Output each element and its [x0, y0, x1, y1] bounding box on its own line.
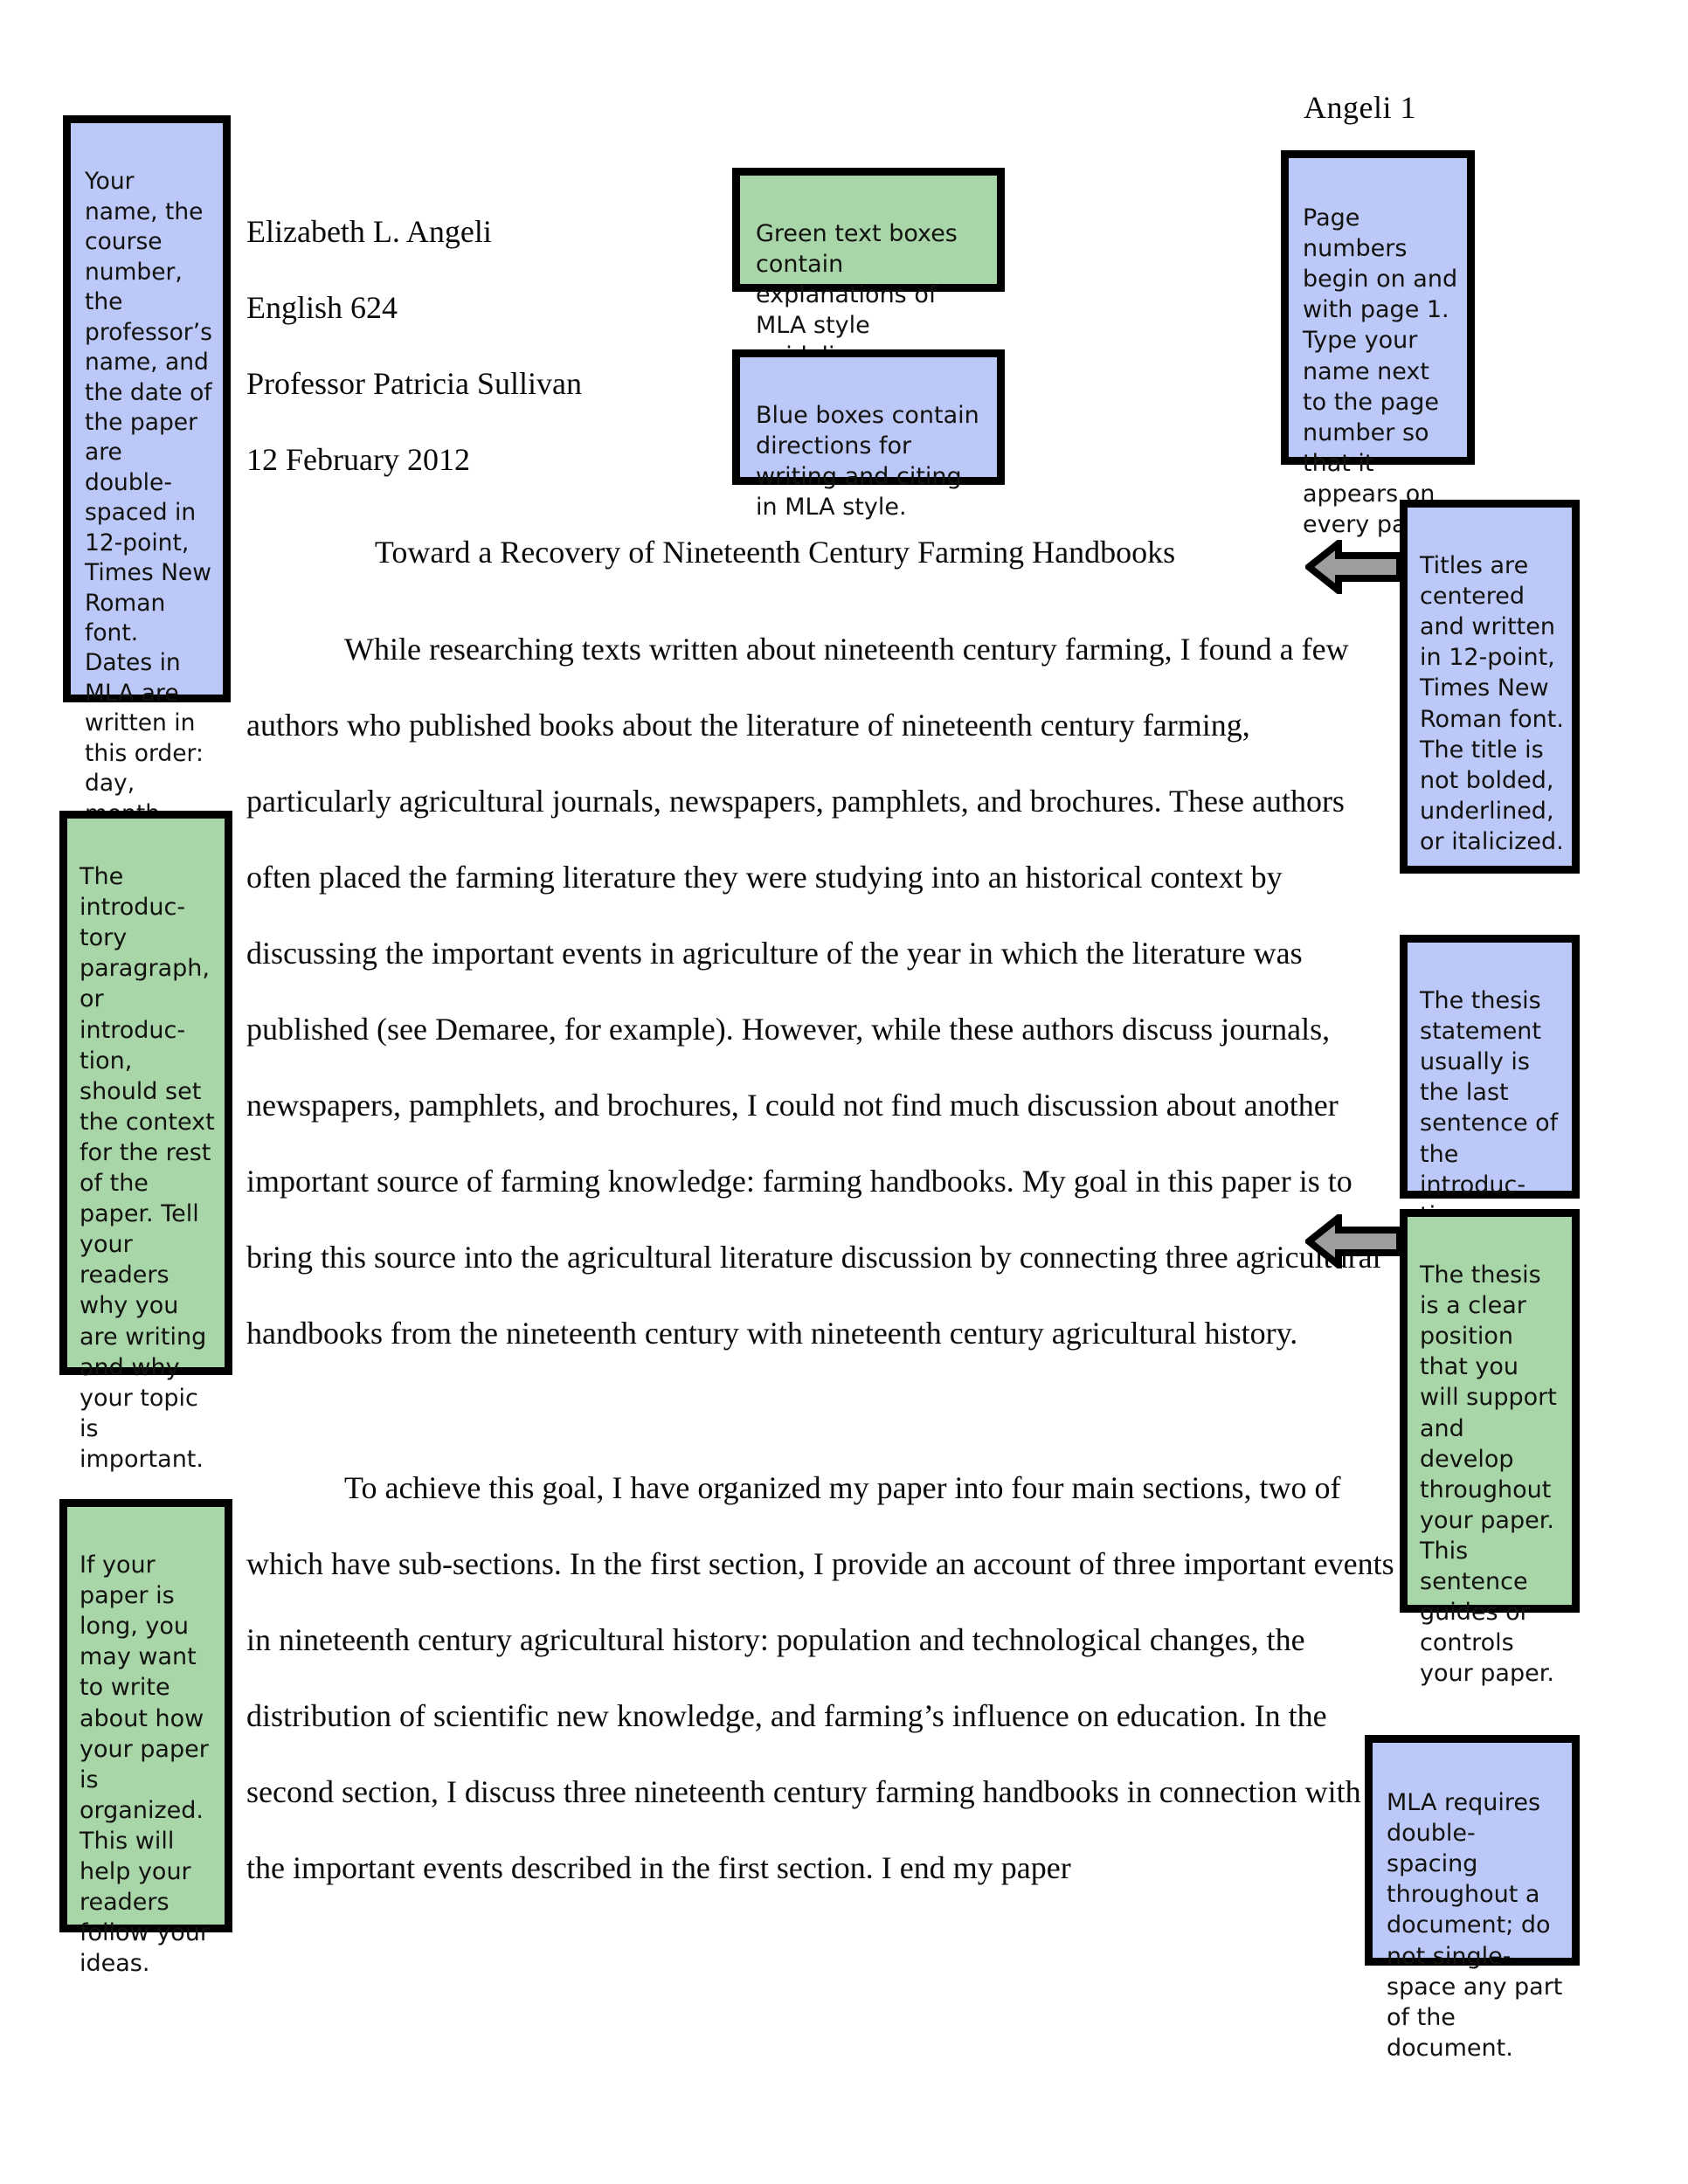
callout-intro-paragraph-text: The introduc- tory paragraph, or introdu… — [80, 863, 215, 1473]
page-header-pagenumber: Angeli 1 — [1304, 90, 1416, 125]
callout-thesis-clarity-text: The thesis is a clear position that you … — [1420, 1261, 1557, 1688]
callout-double-spacing: MLA requires double-spacing throughout a… — [1365, 1735, 1580, 2062]
callout-organization-text: If your paper is long, you may want to w… — [80, 1552, 210, 1978]
callout-thesis-location-text: The thesis statement usually is the last… — [1420, 987, 1559, 1229]
callout-heading-info-text: Your name, the course number, the profes… — [85, 168, 212, 857]
callout-page-numbers-text: Page numbers begin on and with page 1. T… — [1303, 204, 1458, 539]
callout-title-format: Titles are centered and written in 12-po… — [1400, 500, 1580, 874]
legend-blue-box-text: Blue boxes contain directions for writin… — [756, 402, 979, 522]
callout-thesis-location: The thesis statement usually is the last… — [1400, 935, 1580, 1229]
mla-sample-paper-page: Angeli 1 Your name, the course number, t… — [0, 0, 1688, 2184]
callout-intro-paragraph: The introduc- tory paragraph, or introdu… — [59, 811, 232, 1473]
legend-green-box: Green text boxes contain explanations of… — [732, 168, 1005, 370]
callout-thesis-clarity: The thesis is a clear position that you … — [1400, 1209, 1580, 1687]
callout-title-format-text: Titles are centered and written in 12-po… — [1420, 552, 1564, 855]
callout-page-numbers: Page numbers begin on and with page 1. T… — [1281, 150, 1475, 538]
body-paragraph-1: While researching texts written about ni… — [246, 632, 1381, 1351]
legend-blue-box: Blue boxes contain directions for writin… — [732, 349, 1005, 521]
callout-heading-info: Your name, the course number, the profes… — [63, 115, 231, 857]
callout-organization: If your paper is long, you may want to w… — [59, 1499, 232, 1977]
body-paragraph-2: To achieve this goal, I have organized m… — [246, 1470, 1394, 1885]
paper-title: Toward a Recovery of Nineteenth Century … — [374, 535, 1176, 570]
callout-double-spacing-text: MLA requires double-spacing throughout a… — [1387, 1789, 1563, 2062]
